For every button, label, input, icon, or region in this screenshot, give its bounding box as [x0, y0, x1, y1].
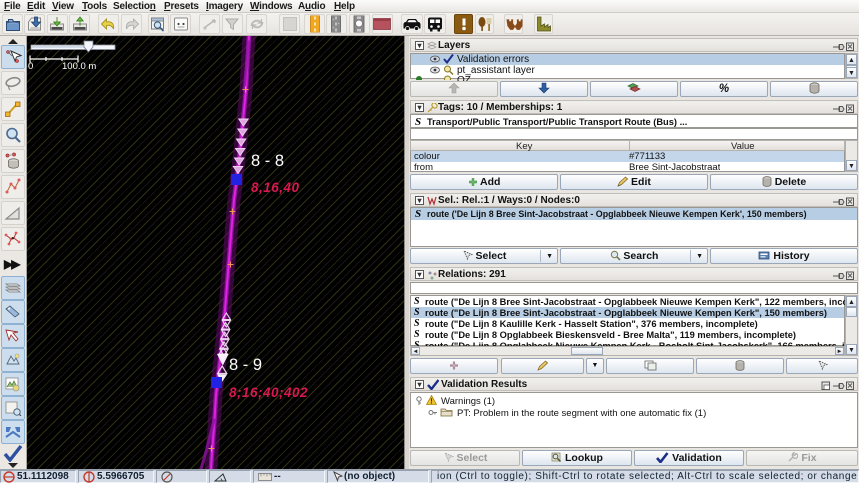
svg-text:100.0 m: 100.0 m — [62, 61, 96, 72]
svg-text:0: 0 — [28, 61, 33, 72]
